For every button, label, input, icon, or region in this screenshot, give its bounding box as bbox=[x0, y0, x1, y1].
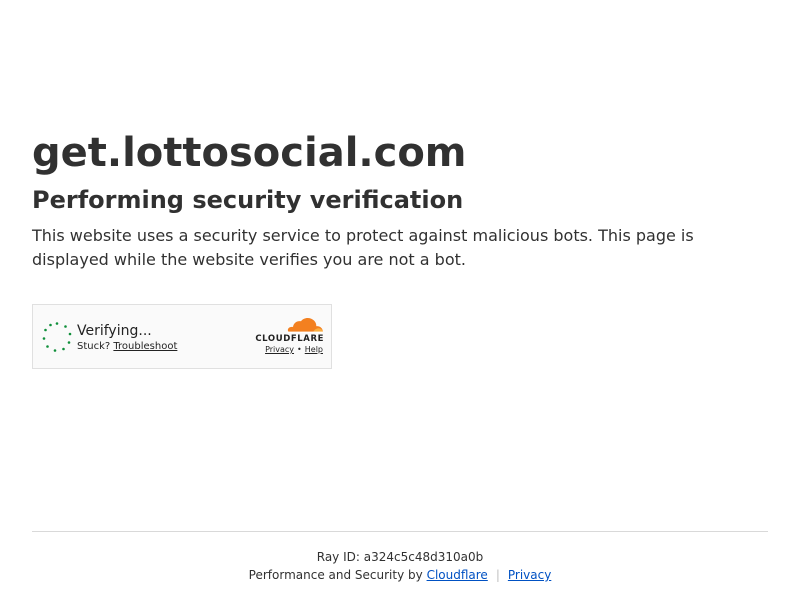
turnstile-widget[interactable]: Verifying... Stuck? Troubleshoot CLOUDFL… bbox=[32, 304, 332, 369]
verification-description: This website uses a security service to … bbox=[32, 226, 694, 269]
widget-links: Privacy • Help bbox=[265, 345, 323, 355]
ray-id-label: Ray ID: bbox=[316, 550, 360, 564]
performance-text: Performance and Security by bbox=[248, 568, 423, 582]
challenge-page: get.lottosocial.com Performing security … bbox=[0, 0, 800, 600]
verifying-status: Verifying... bbox=[77, 323, 152, 339]
ray-id: Ray ID: a324c5c48d310a0b bbox=[0, 549, 800, 565]
stuck-label: Stuck? bbox=[77, 341, 111, 352]
footer-divider bbox=[32, 531, 768, 532]
cloudflare-cloud-icon bbox=[287, 317, 323, 333]
site-title: get.lottosocial.com bbox=[32, 130, 467, 176]
footer-separator: | bbox=[495, 568, 500, 582]
cloudflare-link[interactable]: Cloudflare bbox=[427, 568, 488, 582]
cloudflare-logo: CLOUDFLARE bbox=[248, 317, 324, 344]
troubleshoot-link[interactable]: Troubleshoot bbox=[113, 341, 177, 352]
widget-privacy-link[interactable]: Privacy bbox=[265, 345, 294, 354]
widget-help-link[interactable]: Help bbox=[305, 345, 323, 354]
cloudflare-wordmark: CLOUDFLARE bbox=[255, 334, 324, 344]
footer-credits: Performance and Security by Cloudflare | P… bbox=[0, 567, 800, 583]
verification-heading: Performing security verification bbox=[32, 186, 464, 214]
loading-spinner-icon bbox=[42, 322, 72, 352]
ray-id-value: a324c5c48d310a0b bbox=[363, 550, 484, 564]
link-separator: • bbox=[297, 345, 302, 354]
footer-privacy-link[interactable]: Privacy bbox=[508, 568, 551, 582]
stuck-row: Stuck? Troubleshoot bbox=[77, 340, 177, 354]
